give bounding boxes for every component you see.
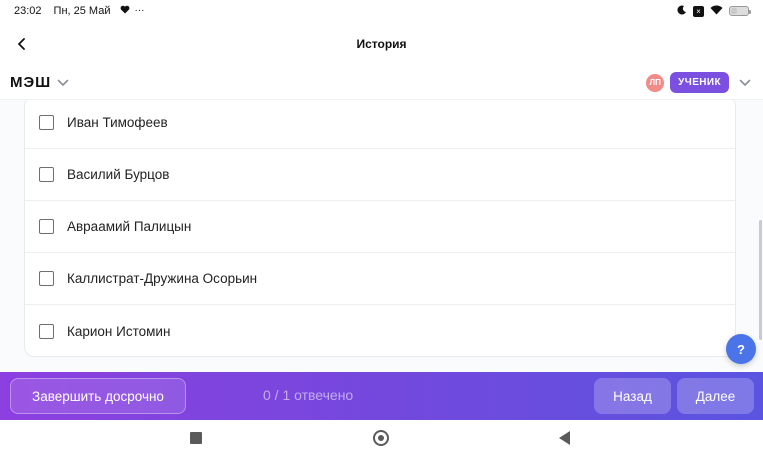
status-bar: 23:02 Пн, 25 Май ··· × — [0, 0, 763, 22]
scrollbar[interactable] — [759, 220, 762, 340]
checkbox[interactable] — [39, 167, 54, 182]
recent-apps-icon[interactable] — [190, 432, 202, 444]
next-button[interactable]: Далее — [677, 378, 754, 414]
checkbox[interactable] — [39, 115, 54, 130]
system-navigation-bar — [0, 420, 763, 456]
help-button[interactable]: ? — [726, 334, 756, 364]
moon-icon — [677, 5, 687, 18]
chevron-down-icon[interactable] — [739, 76, 753, 90]
status-date: Пн, 25 Май — [53, 5, 111, 17]
user-menu[interactable]: ЛП УЧЕНИК — [646, 72, 753, 93]
answer-option[interactable]: Иван Тимофеев — [25, 100, 735, 149]
checkbox[interactable] — [39, 323, 54, 339]
option-label: Карион Истомин — [67, 323, 171, 339]
answer-options-card: Иван Тимофеев Василий Бурцов Авраамий Пали… — [24, 100, 736, 357]
answer-option[interactable]: Карион Истомин — [25, 305, 735, 357]
avatar[interactable]: ЛП — [646, 73, 665, 92]
answer-option[interactable]: Василий Бурцов — [25, 149, 735, 201]
answer-option[interactable]: Авраамий Палицын — [25, 201, 735, 253]
answered-counter: 0 / 1 отвечено — [263, 387, 354, 403]
test-footer: Завершить досрочно 0 / 1 отвечено Назад … — [0, 372, 763, 420]
status-time: 23:02 — [14, 5, 42, 17]
home-icon[interactable] — [373, 430, 389, 446]
app-logo[interactable]: МЭШ — [10, 74, 51, 91]
more-notifications: ··· — [134, 5, 145, 16]
chevron-left-icon — [18, 38, 25, 50]
app-header: МЭШ ЛП УЧЕНИК — [0, 66, 763, 100]
option-label: Авраамий Палицын — [67, 219, 192, 234]
title-bar: История — [0, 22, 763, 66]
answer-option[interactable]: Каллистрат-Дружина Осорьин — [25, 253, 735, 305]
heart-icon — [120, 5, 130, 17]
back-button[interactable]: Назад — [594, 378, 671, 414]
question-content: Иван Тимофеев Василий Бурцов Авраамий Пали… — [0, 100, 763, 372]
checkbox[interactable] — [39, 271, 54, 286]
chevron-down-icon[interactable] — [57, 76, 71, 90]
role-badge[interactable]: УЧЕНИК — [670, 72, 729, 93]
no-sim-icon: × — [693, 5, 704, 17]
option-label: Каллистрат-Дружина Осорьин — [67, 271, 258, 286]
page-title: История — [356, 37, 407, 51]
wifi-icon — [710, 5, 723, 18]
option-label: Василий Бурцов — [67, 167, 170, 182]
checkbox[interactable] — [39, 219, 54, 234]
battery-icon — [729, 6, 751, 16]
status-bar-left: 23:02 Пн, 25 Май ··· — [14, 5, 144, 17]
back-triangle-icon[interactable] — [559, 431, 570, 445]
status-bar-right: × — [677, 5, 751, 18]
option-label: Иван Тимофеев — [67, 115, 168, 130]
finish-early-button[interactable]: Завершить досрочно — [10, 378, 186, 414]
back-arrow-button[interactable] — [10, 32, 34, 56]
